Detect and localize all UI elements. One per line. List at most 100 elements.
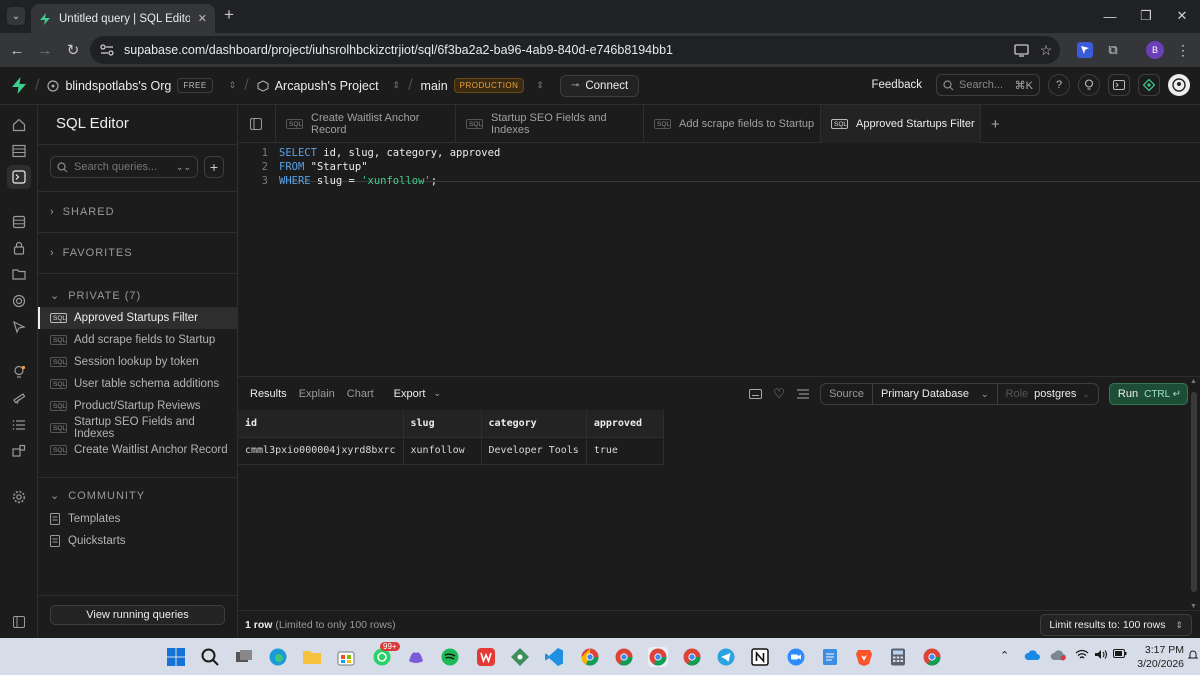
- branch-switcher[interactable]: main PRODUCTION ⇕: [421, 78, 544, 93]
- sidebar-query-item[interactable]: SQL User table schema additions: [38, 373, 238, 395]
- reload-icon[interactable]: ↻: [64, 41, 82, 59]
- git-tool-icon[interactable]: [510, 647, 530, 667]
- sql-code-editor[interactable]: 1 SELECT id, slug, category, approved 2 …: [238, 143, 1200, 375]
- results-scrollbar[interactable]: ▲ ▼: [1189, 378, 1199, 610]
- edge-functions-icon[interactable]: [9, 317, 29, 337]
- advisors-lightbulb-icon[interactable]: [9, 362, 29, 382]
- user-avatar[interactable]: [1168, 74, 1190, 96]
- back-icon[interactable]: ←: [8, 41, 26, 59]
- chrome-profile-icon[interactable]: [614, 647, 634, 667]
- org-switcher[interactable]: blindspotlabs's Org FREE ⇕: [47, 78, 236, 93]
- private-section-toggle[interactable]: ⌄ PRIVATE (7): [50, 289, 141, 303]
- cell-approved[interactable]: true: [586, 437, 664, 465]
- address-bar[interactable]: supabase.com/dashboard/project/iuhsrolhb…: [90, 36, 1060, 64]
- sidebar-query-item[interactable]: SQL Session lookup by token: [38, 351, 238, 373]
- favorites-section-toggle[interactable]: › FAVORITES: [50, 247, 133, 259]
- limit-results-dropdown[interactable]: Limit results to: 100 rows ⇕: [1040, 614, 1192, 636]
- zoom-icon[interactable]: [786, 647, 806, 667]
- sidebar-query-item[interactable]: SQL Approved Startups Filter: [38, 307, 238, 329]
- new-tab-button[interactable]: +: [221, 6, 237, 23]
- tab-search-chevron-icon[interactable]: ⌄: [7, 7, 25, 25]
- cell-category[interactable]: Developer Tools: [481, 437, 587, 465]
- close-tab-icon[interactable]: ✕: [198, 12, 207, 25]
- sql-editor-icon[interactable]: [7, 165, 31, 189]
- telegram-icon[interactable]: [716, 647, 736, 667]
- wps-office-icon[interactable]: [476, 647, 496, 667]
- tab-chart[interactable]: Chart: [347, 388, 374, 400]
- edge-browser-icon[interactable]: [268, 647, 288, 667]
- brave-icon[interactable]: [854, 647, 874, 667]
- cell-id[interactable]: cmml3pxio000004jxyrd8bxrc: [238, 437, 404, 465]
- connect-button[interactable]: ⊸ Connect: [559, 74, 640, 97]
- toggle-sidebar-button[interactable]: [238, 105, 276, 143]
- forward-icon[interactable]: →: [36, 41, 54, 59]
- integrations-icon[interactable]: [9, 441, 29, 461]
- notifications-bell-icon[interactable]: [1188, 649, 1198, 661]
- onedrive-cloud-icon[interactable]: [1024, 649, 1040, 661]
- calculator-icon[interactable]: [888, 647, 908, 667]
- search-icon[interactable]: [200, 647, 220, 667]
- column-header-slug[interactable]: slug: [403, 410, 482, 438]
- volume-icon[interactable]: [1094, 649, 1108, 660]
- chrome-profile-icon[interactable]: [682, 647, 702, 667]
- cloud-sync-icon[interactable]: [1050, 649, 1066, 661]
- project-switcher[interactable]: Arcapush's Project ⇕: [257, 79, 400, 93]
- start-windows-icon[interactable]: [166, 647, 186, 667]
- file-explorer-icon[interactable]: [302, 647, 322, 667]
- notion-icon[interactable]: [750, 647, 770, 667]
- vscode-icon[interactable]: [544, 647, 564, 667]
- sidebar-query-item[interactable]: SQL Startup SEO Fields and Indexes: [38, 416, 238, 440]
- lightbulb-icon[interactable]: [1078, 74, 1100, 96]
- filter-chevron-icon[interactable]: ⌄⌄: [176, 162, 191, 173]
- source-dropdown[interactable]: Primary Database ⌄: [873, 384, 998, 404]
- collapse-sidebar-icon[interactable]: [9, 612, 29, 632]
- feedback-button[interactable]: Feedback: [871, 79, 922, 91]
- tab-results[interactable]: Results: [250, 388, 287, 400]
- cell-slug[interactable]: xunfollow: [403, 437, 482, 465]
- sidebar-query-item[interactable]: SQL Add scrape fields to Startup: [38, 329, 238, 351]
- favorite-heart-icon[interactable]: ♡: [772, 386, 786, 401]
- table-editor-icon[interactable]: [9, 141, 29, 161]
- shared-section-toggle[interactable]: › SHARED: [50, 206, 115, 218]
- store-icon[interactable]: [336, 647, 356, 667]
- chrome-active-icon[interactable]: [648, 647, 668, 667]
- logs-list-icon[interactable]: [9, 415, 29, 435]
- database-icon[interactable]: [9, 212, 29, 232]
- column-header-approved[interactable]: approved: [586, 410, 664, 438]
- export-dropdown[interactable]: Export ⌄: [394, 388, 441, 400]
- restore-window-icon[interactable]: ❐: [1136, 6, 1156, 26]
- extension-pin-icon[interactable]: [1076, 41, 1094, 59]
- terminal-icon[interactable]: [1108, 74, 1130, 96]
- supabase-logo-icon[interactable]: [11, 77, 27, 94]
- column-header-id[interactable]: id: [238, 410, 404, 438]
- cast-icon[interactable]: [1012, 41, 1030, 59]
- home-icon[interactable]: [9, 115, 29, 135]
- community-item-templates[interactable]: Templates: [50, 513, 120, 525]
- editor-tab[interactable]: SQL Startup SEO Fields and Indexes: [456, 105, 644, 143]
- browser-tab-active[interactable]: Untitled query | SQL Editor | Arc ✕: [31, 4, 215, 33]
- copilot-icon[interactable]: [406, 647, 426, 667]
- extensions-puzzle-icon[interactable]: ⧉: [1104, 41, 1122, 59]
- sidebar-query-item[interactable]: SQL Product/Startup Reviews: [38, 395, 238, 417]
- realtime-icon[interactable]: [9, 291, 29, 311]
- view-running-queries-button[interactable]: View running queries: [50, 605, 225, 625]
- project-settings-gear-icon[interactable]: [9, 487, 29, 507]
- assistant-icon[interactable]: [1138, 74, 1160, 96]
- run-button[interactable]: Run CTRL ↵: [1108, 383, 1188, 405]
- global-search[interactable]: Search... ⌘K: [936, 74, 1040, 96]
- minimize-window-icon[interactable]: —: [1100, 6, 1120, 26]
- editor-tab-active[interactable]: SQL Approved Startups Filter: [821, 105, 981, 143]
- help-icon[interactable]: ?: [1048, 74, 1070, 96]
- keyboard-shortcuts-icon[interactable]: [748, 387, 762, 401]
- tab-explain[interactable]: Explain: [299, 388, 335, 400]
- format-lines-icon[interactable]: [796, 387, 810, 401]
- close-window-icon[interactable]: ✕: [1172, 6, 1192, 26]
- auth-lock-icon[interactable]: [9, 238, 29, 258]
- editor-tab[interactable]: SQL Create Waitlist Anchor Record: [276, 105, 456, 143]
- chrome-profile-icon[interactable]: [580, 647, 600, 667]
- new-tab-plus-icon[interactable]: +: [981, 105, 1011, 143]
- sidebar-query-item[interactable]: SQL Create Waitlist Anchor Record: [38, 439, 238, 461]
- new-query-button[interactable]: +: [204, 156, 224, 178]
- task-view-icon[interactable]: [234, 647, 254, 667]
- profile-avatar[interactable]: B: [1146, 41, 1164, 59]
